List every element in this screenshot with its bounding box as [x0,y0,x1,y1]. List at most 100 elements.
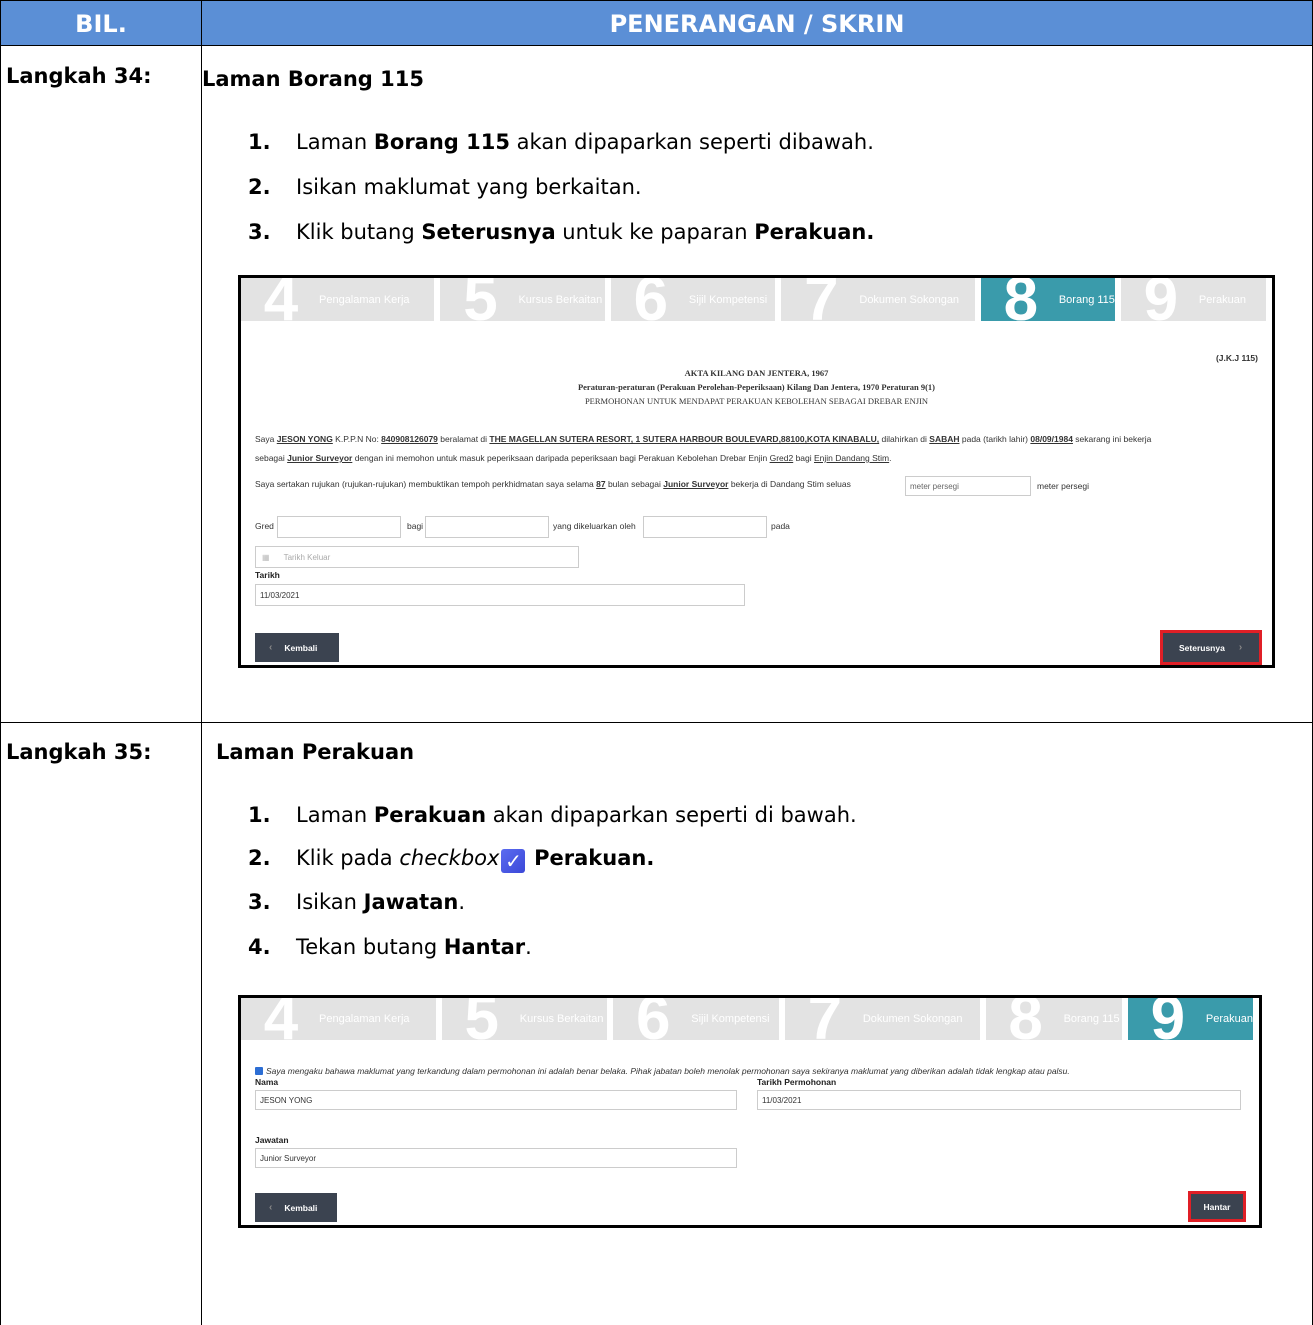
gred-input[interactable] [277,516,401,538]
text: Saya [255,434,277,444]
item-text: . [458,890,466,914]
form-paragraph-1: Saya JESON YONG K.P.P.N No: 840908126079… [255,434,1151,444]
step-number: 4 [263,275,299,334]
nama-label: Nama [255,1077,279,1087]
step-number: 9 [1150,995,1186,1053]
bagi-label: bagi [407,521,424,531]
step-34-title: Laman Borang 115 [202,67,424,91]
wizard-step-4[interactable]: 4 Pengalaman Kerja [241,278,435,330]
item-bold: Borang 115 [373,130,510,154]
item-number: 2. [248,846,271,870]
wizard-step-8[interactable]: 8 Borang 115 [985,998,1122,1050]
birth-state: SABAH [929,434,960,444]
document-table: BIL. PENERANGAN / SKRIN Langkah 34: Lama… [0,0,1313,1325]
item-number: 4. [248,935,271,959]
wizard-step-9[interactable]: 9 Perakuan [1120,278,1267,330]
bagi-input[interactable] [425,516,549,538]
step-label: Dokumen Sokongan [862,1013,963,1025]
tarikh-input[interactable]: 11/03/2021 [255,584,745,606]
wizard-step-5[interactable]: 5 Kursus Berkaitan [440,278,605,330]
placeholder: Tarikh Keluar [283,552,331,562]
tarikh-permohonan-input[interactable]: 11/03/2021 [757,1090,1241,1110]
dikeluarkan-label: yang dikeluarkan oleh [553,521,636,531]
text: bagi [793,453,814,463]
declaration-checkbox[interactable] [255,1067,263,1075]
header-bil-text: BIL. [75,10,127,38]
step-35-item-1: 1. Laman Perakuan akan dipaparkan seperti… [248,803,857,827]
borang-115-screenshot: 4 Pengalaman Kerja 5 Kursus Berkaitan 6 Sij… [238,275,1275,668]
highlight-box [1160,630,1262,665]
step-label: Perakuan [1198,293,1247,306]
item-bold: Hantar [443,935,526,959]
engine-type: Enjin Dandang Stim [814,453,890,463]
item-text: Isikan maklumat yang berkaitan. [296,175,642,199]
wizard-step-6[interactable]: 6 Sijil Kompetensi [613,998,779,1050]
tarikh-keluar-input[interactable]: ▦ Tarikh Keluar [255,546,579,568]
step-number: 5 [463,275,498,334]
nama-input[interactable]: JESON YONG [255,1090,737,1110]
back-button[interactable]: ‹ Kembali [255,1193,337,1222]
wizard-step-4[interactable]: 4 Pengalaman Kerja [241,998,436,1050]
wizard-step-8[interactable]: 8 Borang 115 [980,278,1115,330]
step-35-title: Laman Perakuan [216,740,415,764]
form-heading-2: Peraturan-peraturan (Perakuan Perolehan-… [577,382,936,392]
step-34-item-2: 2. Isikan maklumat yang berkaitan. [248,175,642,199]
text: Saya sertakan rujukan (rujukan-rujukan) … [255,479,597,489]
jawatan-input[interactable]: Junior Surveyor [255,1148,737,1168]
grade: Gred2 [769,453,794,463]
step-label: Borang 115 [1063,1013,1120,1025]
tarikh-label: Tarikh [255,570,280,580]
item-number: 3. [248,890,271,914]
step-34-label: Langkah 34: [6,64,152,88]
back-button[interactable]: ‹ Kembali [255,633,339,662]
step-35-item-4: 4. Tekan butang Hantar. [248,935,532,959]
pada-label: pada [771,521,790,531]
item-number: 1. [248,803,271,827]
date-of-birth: 08/09/1984 [1030,434,1073,444]
dikeluarkan-input[interactable] [643,516,767,538]
step-35-label: Langkah 35: [6,740,152,764]
checkbox-checked-icon: ✓ [501,849,526,873]
jawatan-label: Jawatan [255,1135,289,1145]
form-reference: (J.K.J 115) [1215,353,1258,363]
area-unit: meter persegi [1037,481,1089,491]
row-divider [0,722,1313,723]
step-label: Dokumen Sokongan [859,293,960,306]
step-label: Sijil Kompetensi [691,1013,770,1025]
form-heading-3: PERMOHONAN UNTUK MENDAPAT PERAKUAN KEBOL… [584,396,929,406]
wizard-step-9[interactable]: 9 Perakuan [1127,998,1253,1050]
wizard-step-6[interactable]: 6 Sijil Kompetensi [610,278,776,330]
text: . [889,453,892,463]
step-number: 7 [807,995,843,1053]
text: bulan sebagai [605,479,664,489]
text: pada (tarikh lahir) [959,434,1031,444]
header-penerangan: PENERANGAN / SKRIN [201,0,1313,46]
item-text: Laman [296,130,374,154]
form-paragraph-2: sebagai Junior Surveyor dengan ini memoh… [255,453,892,463]
job-title: Junior Surveyor [663,479,729,489]
text: dilahirkan di [879,434,930,444]
step-label: Kursus Berkaitan [518,293,603,306]
text: beralamat di [437,434,490,444]
step-label: Sijil Kompetensi [688,293,768,306]
item-text: akan dipaparkan seperti dibawah. [509,130,874,154]
wizard-step-7[interactable]: 7 Dokumen Sokongan [784,998,980,1050]
wizard-step-5[interactable]: 5 Kursus Berkaitan [441,998,608,1050]
wizard-steps: 4 Pengalaman Kerja 5 Kursus Berkaitan 6 Sij… [241,278,1272,330]
declaration-text: Saya mengaku bahawa maklumat yang terkan… [266,1066,1070,1076]
item-number: 2. [248,175,271,199]
wizard-step-7[interactable]: 7 Dokumen Sokongan [781,278,975,330]
step-35-item-2: 2. Klik pada checkbox ✓ Perakuan. [248,846,654,873]
gred-label: Gred [255,521,274,531]
area-input[interactable]: meter persegi [905,476,1031,496]
tarikh-permohonan-label: Tarikh Permohonan [757,1077,837,1087]
step-number: 4 [263,995,299,1053]
item-bold: Perakuan. [534,846,655,870]
item-bold: Perakuan [373,803,487,827]
text: sebagai [255,453,288,463]
step-34-item-3: 3. Klik butang Seterusnya untuk ke papara… [248,220,874,244]
address: THE MAGELLAN SUTERA RESORT, 1 SUTERA HAR… [489,434,880,444]
item-italic: checkbox [399,846,500,870]
back-label: Kembali [284,642,318,653]
ic-number: 840908126079 [381,434,438,444]
